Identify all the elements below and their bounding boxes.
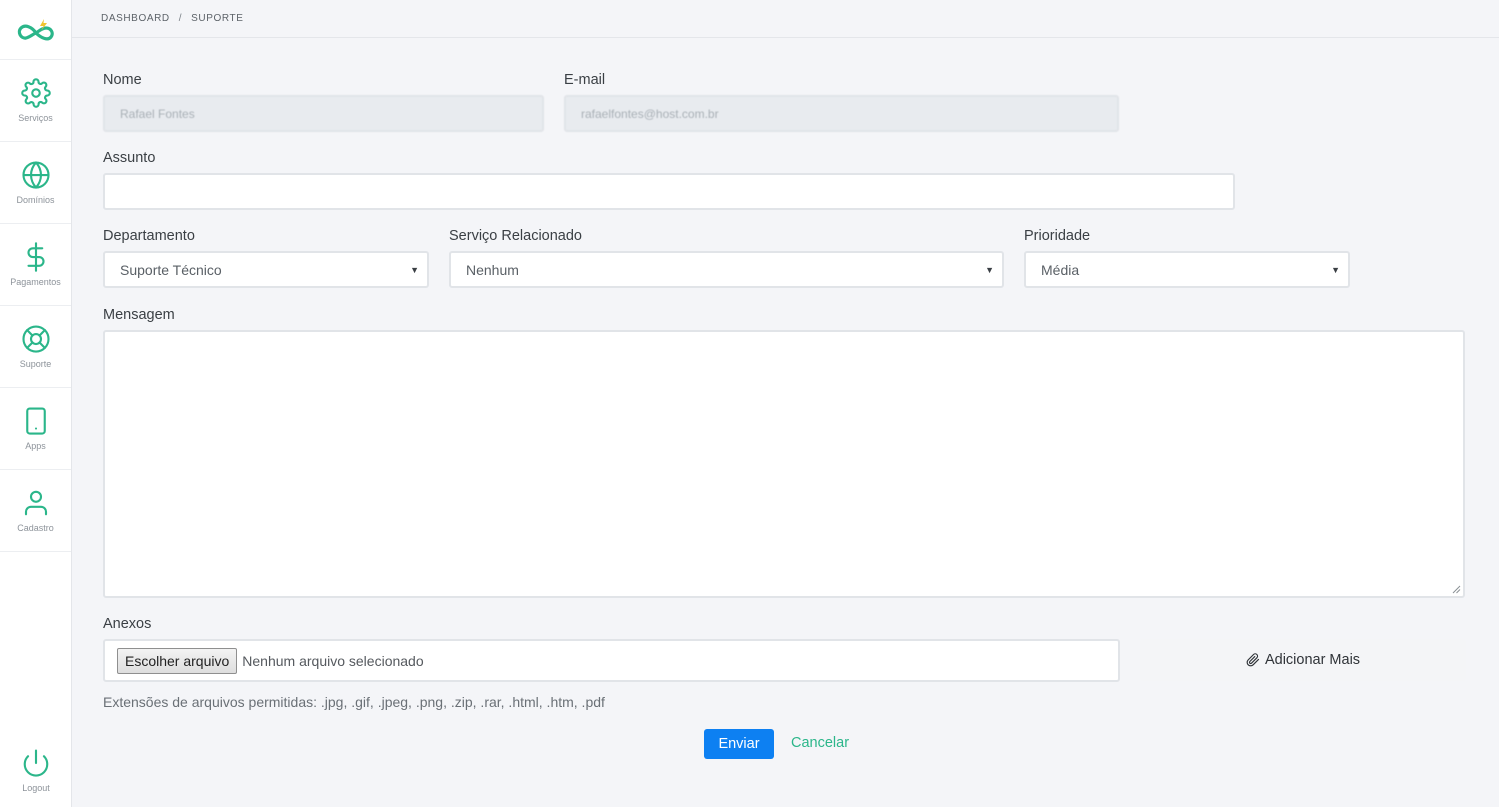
- logout-button[interactable]: Logout: [0, 748, 72, 793]
- sidebar-item-label: Cadastro: [17, 523, 54, 533]
- service-select[interactable]: Nenhum ▼: [449, 251, 1004, 288]
- logout-label: Logout: [22, 783, 50, 793]
- caret-down-icon: ▼: [1331, 265, 1340, 275]
- sidebar-item-label: Suporte: [19, 359, 52, 369]
- dollar-icon: [26, 242, 45, 272]
- message-label: Mensagem: [103, 307, 175, 323]
- sidebar-item-suporte[interactable]: Suporte: [0, 306, 71, 388]
- caret-down-icon: ▼: [985, 265, 994, 275]
- priority-value: Média: [1041, 261, 1080, 278]
- paperclip-icon: [1246, 653, 1260, 667]
- resize-grip-icon[interactable]: [1452, 585, 1461, 594]
- message-textarea[interactable]: [103, 330, 1465, 598]
- gear-icon: [20, 78, 51, 108]
- sidebar-item-pagamentos[interactable]: Pagamentos: [0, 224, 71, 306]
- email-label: E-mail: [564, 72, 606, 88]
- name-label: Nome: [103, 72, 142, 88]
- caret-down-icon: ▼: [410, 265, 419, 275]
- sidebar-item-label: Domínios: [16, 195, 55, 205]
- submit-button[interactable]: Enviar: [704, 729, 774, 759]
- phone-icon: [25, 407, 46, 435]
- infinity-logo-icon: [17, 18, 54, 40]
- add-more-label: Adicionar Mais: [1264, 652, 1361, 668]
- lifebuoy-icon: [21, 325, 50, 353]
- sidebar-item-servicos[interactable]: Serviços: [0, 60, 71, 142]
- department-value: Suporte Técnico: [120, 261, 222, 278]
- department-select[interactable]: Suporte Técnico ▼: [103, 251, 429, 288]
- subject-input[interactable]: [120, 175, 1233, 208]
- breadcrumb-current: SUPORTE: [191, 13, 244, 24]
- power-icon: [23, 749, 49, 777]
- globe-icon: [21, 161, 50, 189]
- subject-label: Assunto: [103, 150, 156, 166]
- breadcrumb: DASHBOARD / SUPORTE: [72, 0, 1499, 38]
- sidebar-item-label: Serviços: [18, 113, 53, 123]
- attachments-label: Anexos: [103, 616, 152, 632]
- department-label: Departamento: [103, 228, 195, 244]
- user-icon: [24, 490, 47, 516]
- cancel-link[interactable]: Cancelar: [791, 735, 849, 751]
- breadcrumb-dashboard[interactable]: DASHBOARD: [101, 13, 170, 24]
- name-field: Rafael Fontes: [103, 95, 544, 132]
- sidebar-item-apps[interactable]: Apps: [0, 388, 71, 470]
- add-more-button[interactable]: Adicionar Mais: [1140, 639, 1466, 681]
- file-status: Nenhum arquivo selecionado: [242, 652, 424, 669]
- service-label: Serviço Relacionado: [449, 228, 582, 244]
- email-value: rafaelfontes@host.com.br: [581, 106, 719, 121]
- choose-file-button[interactable]: Escolher arquivo: [117, 647, 238, 674]
- sidebar-item-dominios[interactable]: Domínios: [0, 142, 71, 224]
- priority-select[interactable]: Média ▼: [1024, 251, 1350, 288]
- service-value: Nenhum: [466, 261, 519, 278]
- name-value: Rafael Fontes: [120, 106, 195, 121]
- sidebar-item-cadastro[interactable]: Cadastro: [0, 470, 71, 552]
- email-field: rafaelfontes@host.com.br: [564, 95, 1119, 132]
- sidebar: Serviços Domínios Pagamentos Suporte App…: [0, 0, 72, 807]
- priority-label: Prioridade: [1024, 228, 1091, 244]
- breadcrumb-separator: /: [178, 13, 183, 24]
- sidebar-item-label: Apps: [25, 441, 46, 451]
- allowed-extensions-hint: Extensões de arquivos permitidas: .jpg, …: [103, 694, 605, 710]
- subject-field[interactable]: [103, 173, 1235, 210]
- sidebar-item-label: Pagamentos: [10, 277, 61, 287]
- file-input[interactable]: Escolher arquivo Nenhum arquivo selecion…: [103, 639, 1120, 682]
- logo[interactable]: [0, 0, 71, 60]
